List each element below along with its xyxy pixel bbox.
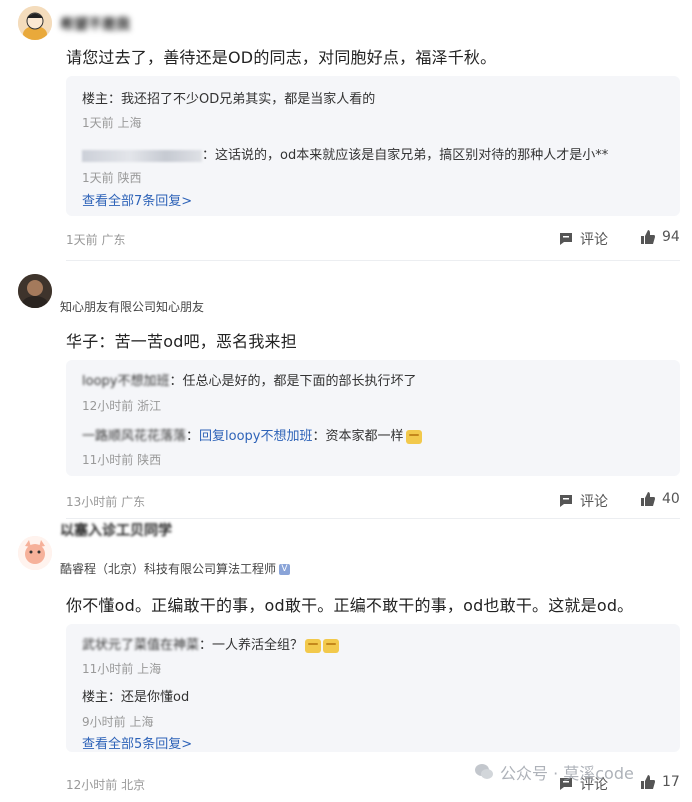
- like-count: 94: [662, 229, 680, 245]
- comment-icon: [560, 233, 572, 245]
- reply-sep: ：: [202, 148, 216, 163]
- comment-button[interactable]: 评论: [558, 491, 608, 511]
- view-all-replies-link[interactable]: 查看全部5条回复>: [82, 733, 192, 752]
- company-text: 酷睿程（北京）科技有限公司算法工程师: [60, 562, 277, 576]
- comment-text: 华子：苦一苦od吧，恶名我来担: [66, 332, 297, 351]
- like-button[interactable]: 40: [640, 491, 680, 507]
- reply-author[interactable]: 武状元了菜值在神菜: [82, 638, 199, 653]
- comment-button[interactable]: 评论: [558, 229, 608, 249]
- reply-author[interactable]: loopy不想加班: [82, 374, 169, 389]
- username[interactable]: 希望不是我: [60, 14, 130, 34]
- comment-meta: 1天前 广东: [66, 233, 126, 247]
- reply-author[interactable]: 楼主: [82, 92, 108, 107]
- comment-label: 评论: [580, 232, 608, 248]
- like-button[interactable]: 94: [640, 229, 680, 245]
- comment-meta: 13小时前 广东: [66, 495, 146, 509]
- reply-text: 这话说的，od本来就应该是自家兄弟，搞区别对待的那种人才是小**: [215, 148, 609, 163]
- reply-item[interactable]: loopy不想加班：任总心是好的，都是下面的部长执行坏了: [82, 370, 417, 389]
- comment-1: 希望不是我 请您过去了，善待还是OD的同志，对同胞好点，福泽千秋。 楼主：我还招…: [0, 0, 692, 262]
- reply-item[interactable]: 一路顺风花花落落：回复loopy不想加班：资本家都一样: [82, 425, 422, 444]
- reply-item[interactable]: 武状元了菜值在神菜：一人养活全组？: [82, 634, 340, 653]
- comment-2: 知心朋友有限公司知心朋友 华子：苦一苦od吧，恶名我来担 loopy不想加班：任…: [0, 262, 692, 520]
- comment-text: 你不懂od。正编敢干的事，od敢干。正编不敢干的事，od也敢干。这就是od。: [66, 596, 634, 615]
- like-count: 40: [662, 491, 680, 507]
- reply-box: 楼主：我还招了不少OD兄弟其实，都是当家人看的 1天前 上海 ：这话说的，od本…: [66, 76, 680, 216]
- reply-text: 我还招了不少OD兄弟其实，都是当家人看的: [121, 92, 376, 107]
- reply-text: 任总心是好的，都是下面的部长执行坏了: [182, 374, 417, 389]
- username[interactable]: 以塞入诊工贝同学: [60, 520, 172, 540]
- divider: [66, 518, 680, 519]
- emoji-icon: [305, 638, 322, 653]
- reply-text: 一人养活全组？: [212, 638, 304, 653]
- reply-author[interactable]: 一路顺风花花落落: [82, 429, 186, 444]
- reply-item[interactable]: 楼主：我还招了不少OD兄弟其实，都是当家人看的: [82, 88, 375, 107]
- divider: [66, 260, 680, 261]
- watermark-text: 公众号 · 莫溪code: [500, 764, 634, 783]
- reply-author[interactable]: 楼主: [82, 690, 108, 705]
- wechat-icon: [475, 764, 493, 779]
- reply-meta: 12小时前 浙江: [82, 399, 162, 413]
- comment-meta: 12小时前 北京: [66, 778, 146, 792]
- comment-text: 请您过去了，善待还是OD的同志，对同胞好点，福泽千秋。: [66, 48, 497, 67]
- watermark: 公众号 · 莫溪code: [474, 760, 634, 784]
- company-label: 知心朋友有限公司知心朋友: [60, 300, 205, 314]
- reply-box: loopy不想加班：任总心是好的，都是下面的部长执行坏了 12小时前 浙江 一路…: [66, 360, 680, 476]
- reply-text: 还是你懂od: [121, 690, 190, 705]
- thumbs-up-icon: [641, 492, 655, 506]
- avatar[interactable]: [18, 536, 52, 570]
- reply-mention[interactable]: 回复loopy不想加班: [199, 429, 312, 444]
- reply-meta: 11小时前 陕西: [82, 453, 162, 467]
- avatar[interactable]: [18, 274, 52, 308]
- reply-meta: 1天前 陕西: [82, 171, 142, 185]
- avatar[interactable]: [18, 6, 52, 40]
- thumbs-up-icon: [641, 230, 655, 244]
- thumbs-up-icon: [641, 775, 655, 789]
- company-label: 酷睿程（北京）科技有限公司算法工程师 V: [60, 560, 291, 577]
- comment-label: 评论: [580, 494, 608, 510]
- reply-meta: 1天前 上海: [82, 116, 142, 130]
- comment-icon: [560, 495, 572, 507]
- reply-sep: ：: [169, 374, 183, 389]
- view-all-replies-link[interactable]: 查看全部7条回复>: [82, 190, 192, 209]
- reply-meta: 11小时前 上海: [82, 662, 162, 676]
- emoji-icon: [323, 638, 340, 653]
- reply-meta: 9小时前 上海: [82, 715, 154, 729]
- reply-text: ：资本家都一样: [312, 429, 404, 444]
- like-button[interactable]: 17: [640, 774, 680, 790]
- reply-item[interactable]: 楼主：还是你懂od: [82, 686, 189, 705]
- reply-sep: ：: [199, 638, 213, 653]
- like-count: 17: [662, 774, 680, 790]
- verified-icon: V: [279, 564, 291, 575]
- reply-sep: ：: [108, 92, 122, 107]
- reply-item[interactable]: ：这话说的，od本来就应该是自家兄弟，搞区别对待的那种人才是小**: [82, 144, 608, 163]
- redacted-username: [82, 149, 202, 162]
- reply-box: 武状元了菜值在神菜：一人养活全组？ 11小时前 上海 楼主：还是你懂od 9小时…: [66, 624, 680, 752]
- emoji-icon: [405, 429, 422, 444]
- reply-sep: ：: [186, 429, 200, 444]
- reply-sep: ：: [108, 690, 122, 705]
